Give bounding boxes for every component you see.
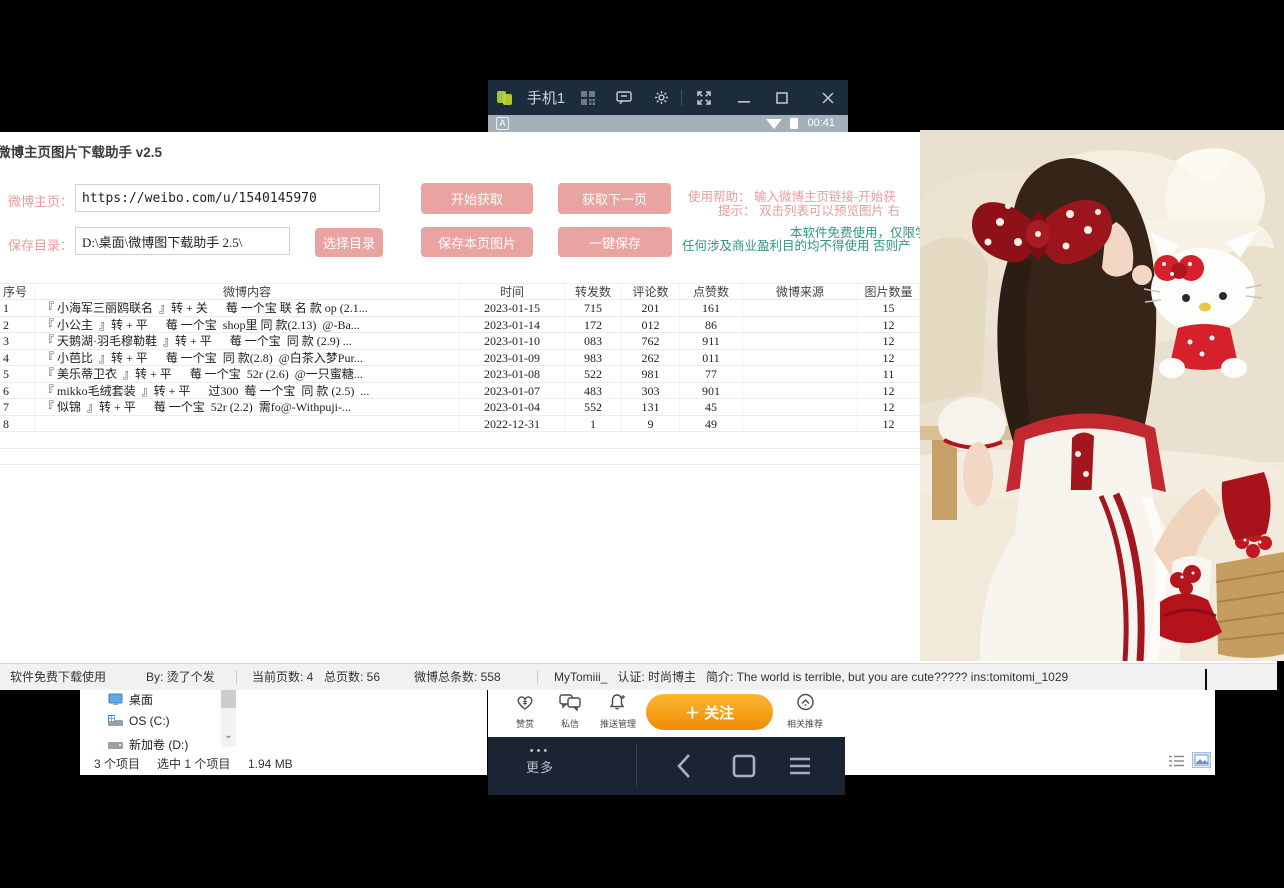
list-view-icon[interactable] (1168, 754, 1185, 768)
save-all-button[interactable]: 一键保存 (558, 227, 672, 257)
close-icon[interactable] (816, 80, 840, 115)
android-clock: 00:41 (807, 117, 835, 129)
explorer-item-count: 3 个项目 (94, 754, 140, 774)
wifi-icon (766, 119, 782, 129)
explorer-selected-size: 1.94 MB (248, 754, 293, 774)
photo-illustration (920, 130, 1284, 661)
status-page: 当前页数: 4 (252, 664, 313, 690)
emulator-app-icon (494, 80, 516, 115)
back-icon[interactable] (674, 751, 694, 781)
window-edge-artifact (1205, 669, 1207, 690)
tree-item-os-c[interactable]: OS (C:) (108, 711, 170, 731)
table-row[interactable]: 5『 美乐蒂卫衣 』转 + 平 莓 一个宝 52r (2.6) @一只蜜糖...… (0, 366, 920, 383)
help-line-2: 提示： 双击列表可以预览图片 右 (718, 200, 900, 219)
header-comment: 评论数 (622, 284, 680, 299)
follow-button[interactable]: ＋ 关注 (646, 694, 773, 730)
status-total-count: 微博总条数: 558 (414, 664, 501, 690)
profile-photo (920, 130, 1284, 661)
drive-icon (108, 715, 123, 727)
bell-icon (608, 693, 628, 711)
explorer-selected-count: 选中 1 个项目 (157, 754, 230, 774)
table-row[interactable]: 6『 mikko毛绒套装 』转 + 平 过300 莓 一个宝 同 款 (2.5)… (0, 383, 920, 400)
minimize-icon[interactable] (733, 80, 755, 115)
recents-icon[interactable] (786, 751, 814, 781)
home-url-input[interactable] (75, 184, 380, 212)
reward-action[interactable]: 赞赏 (510, 693, 540, 730)
settings-gear-icon[interactable] (651, 80, 671, 115)
desktop-icon (108, 693, 123, 706)
choose-dir-button[interactable]: 选择目录 (315, 228, 383, 257)
table-empty-row (0, 449, 920, 466)
status-by: By: 烫了个发 (146, 664, 215, 690)
emulator-title: 手机1 (518, 80, 574, 115)
push-manage-action[interactable]: 推送管理 (591, 693, 645, 730)
header-source: 微博来源 (743, 284, 858, 299)
heart-icon (515, 693, 535, 711)
file-explorer-fragment-right (845, 690, 1215, 775)
home-url-label: 微博主页： (8, 191, 73, 210)
nav-divider (636, 744, 637, 788)
weibo-table: 序号 微博内容 时间 转发数 评论数 点赞数 微博来源 图片数量 1『 小海军三… (0, 283, 920, 465)
table-empty-row (0, 432, 920, 449)
scrollbar[interactable]: ⌄ (221, 690, 236, 747)
save-dir-input[interactable] (75, 227, 290, 255)
table-row[interactable]: 1『 小海军三丽鸥联名 』转 + 关 莓 一个宝 联 名 款 op (2.1..… (0, 300, 920, 317)
weibo-action-bar: 赞赏 私信 推送管理 ＋ 关注 相关推荐 (488, 690, 845, 737)
table-header: 序号 微博内容 时间 转发数 评论数 点赞数 微博来源 图片数量 (0, 283, 920, 300)
scrollbar-thumb[interactable] (221, 690, 236, 708)
chat-bubbles-icon (559, 693, 581, 711)
chevron-up-circle-icon (796, 693, 815, 711)
more-button[interactable]: ••• 更多 (526, 745, 554, 776)
ime-badge: A (496, 117, 509, 130)
header-like: 点赞数 (680, 284, 743, 299)
android-nav-bar: ••• 更多 (488, 737, 845, 795)
header-img-count: 图片数量 (858, 284, 920, 299)
table-row[interactable]: 4『 小芭比 』转 + 平 莓 一个宝 同 款(2.8) @白茶入梦Pur...… (0, 350, 920, 367)
tree-item-new-volume-d[interactable]: 新加卷 (D:) (108, 734, 188, 754)
license-line-2: 任何涉及商业盈利目的均不得使用 否则产 (682, 235, 910, 254)
status-total-pages: 总页数: 56 (324, 664, 380, 690)
thumbnail-view-icon[interactable] (1192, 752, 1211, 768)
header-time: 时间 (460, 284, 565, 299)
fullscreen-icon[interactable] (694, 80, 714, 115)
status-profile: MyTomiii_ 认证: 时尚博主 简介: The world is terr… (554, 664, 1068, 690)
header-repost: 转发数 (565, 284, 622, 299)
titlebar-divider (681, 80, 683, 115)
save-dir-label: 保存目录： (8, 235, 73, 254)
emulator-titlebar: 手机1 (488, 80, 848, 115)
file-explorer-fragment: 桌面 OS (C:) 新加卷 (D:) ⌄ 3 个项目 选中 1 个项目 1.9… (80, 690, 487, 775)
message-action[interactable]: 私信 (555, 693, 585, 730)
header-content: 微博内容 (35, 284, 460, 299)
table-row[interactable]: 3『 天鹅湖·羽毛穆勒鞋 』转 + 平 莓 一个宝 同 款 (2.9) ...2… (0, 333, 920, 350)
battery-icon (790, 118, 798, 129)
table-row[interactable]: 2『 小公主 』转 + 平 莓 一个宝 shop里 同 款(2.13) @-Ba… (0, 317, 920, 334)
android-statusbar: A 00:41 (488, 115, 848, 132)
status-free: 软件免费下载使用 (10, 664, 106, 690)
home-icon[interactable] (730, 751, 758, 781)
tree-item-desktop[interactable]: 桌面 (108, 689, 153, 709)
table-row[interactable]: 7『 似锦 』转 + 平 莓 一个宝 52r (2.2) 需fo@-Withpu… (0, 399, 920, 416)
start-fetch-button[interactable]: 开始获取 (421, 183, 533, 214)
qr-code-icon[interactable] (578, 80, 598, 115)
maximize-icon[interactable] (771, 80, 793, 115)
next-page-button[interactable]: 获取下一页 (558, 183, 671, 214)
status-divider (236, 670, 237, 684)
table-row[interactable]: 82022-12-31194912 (0, 416, 920, 433)
header-no: 序号 (0, 284, 35, 299)
app-statusbar: 软件免费下载使用 By: 烫了个发 当前页数: 4 总页数: 56 微博总条数:… (0, 663, 1277, 690)
chevron-down-icon[interactable]: ⌄ (222, 730, 235, 741)
app-title: 微博主页图片下载助手 v2.5 (0, 141, 162, 161)
message-icon[interactable] (614, 80, 634, 115)
status-divider (537, 670, 538, 684)
drive-icon (108, 738, 123, 750)
recommend-action[interactable]: 相关推荐 (778, 693, 832, 730)
save-page-button[interactable]: 保存本页图片 (421, 227, 533, 257)
